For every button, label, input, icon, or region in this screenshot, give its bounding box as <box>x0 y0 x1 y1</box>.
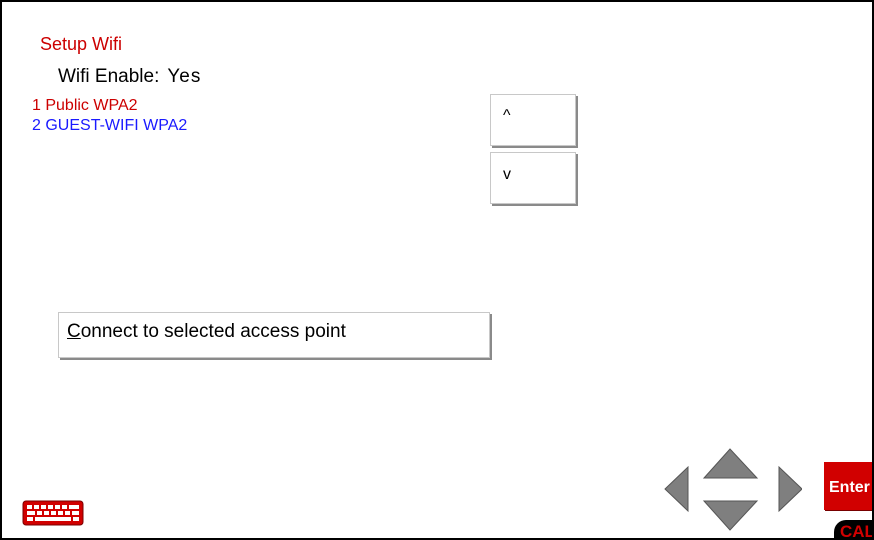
enter-button[interactable]: Enter <box>824 462 872 510</box>
access-point-item-1[interactable]: 1 Public WPA2 <box>32 96 187 116</box>
wifi-enable-value[interactable]: Yes <box>167 66 201 87</box>
page-title: Setup Wifi <box>40 34 123 54</box>
scroll-up-button[interactable]: ^ <box>490 94 576 146</box>
cal-badge[interactable]: CAL <box>834 520 872 538</box>
wifi-setup-screen: Setup Wifi Wifi Enable: Yes 1 Public WPA2… <box>0 0 874 540</box>
scroll-down-button[interactable]: v <box>490 152 576 204</box>
connect-button[interactable]: Connect to selected access point <box>58 312 490 358</box>
keyboard-icon[interactable] <box>22 500 84 526</box>
arrow-right-icon[interactable] <box>778 465 802 513</box>
arrow-left-icon[interactable] <box>664 465 689 513</box>
access-point-item-2[interactable]: 2 GUEST-WIFI WPA2 <box>32 116 187 136</box>
access-point-list: 1 Public WPA2 2 GUEST-WIFI WPA2 <box>32 96 187 136</box>
connect-button-hotkey: C <box>67 321 81 342</box>
arrow-up-icon[interactable] <box>702 448 759 479</box>
navigation-pad <box>664 448 802 531</box>
wifi-enable-row: Wifi Enable: Yes <box>58 66 201 88</box>
arrow-down-icon[interactable] <box>702 500 759 531</box>
wifi-enable-label: Wifi Enable: <box>58 66 160 87</box>
connect-button-label: onnect to selected access point <box>80 321 346 342</box>
